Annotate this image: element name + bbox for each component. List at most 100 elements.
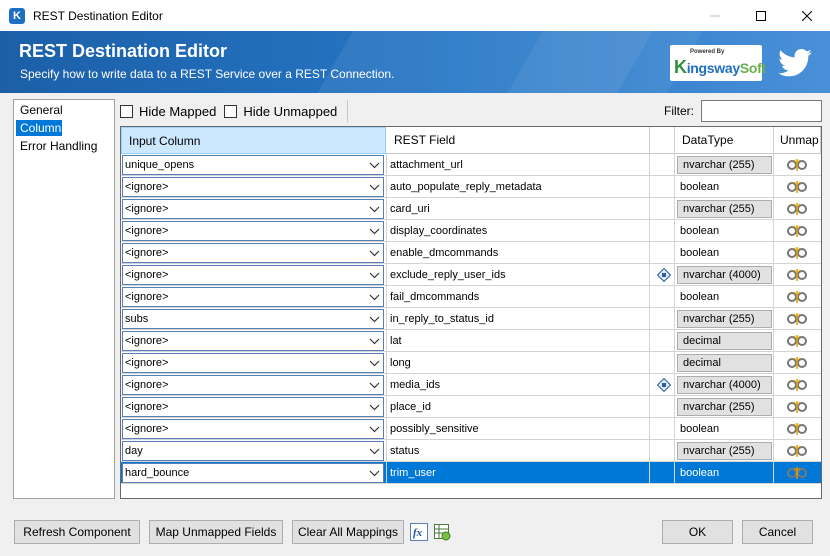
unmap-link-icon[interactable] — [786, 290, 808, 304]
hide-mapped-checkbox[interactable]: Hide Mapped — [120, 104, 216, 119]
fx-icon[interactable]: fx — [410, 523, 428, 541]
map-unmapped-fields-button[interactable]: Map Unmapped Fields — [149, 520, 283, 544]
maximize-button[interactable] — [738, 0, 784, 31]
unmap-link-icon[interactable] — [786, 158, 808, 172]
datatype-cell: boolean — [675, 176, 774, 198]
input-column-dropdown[interactable]: hard_bounce — [122, 463, 384, 483]
minimize-button[interactable] — [692, 0, 738, 31]
chevron-down-icon[interactable] — [369, 332, 380, 350]
table-row[interactable]: <ignore> media_ids nvarchar (4000) — [121, 374, 821, 396]
table-row[interactable]: day status nvarchar (255) — [121, 440, 821, 462]
input-column-dropdown[interactable]: subs — [122, 309, 384, 329]
datatype-button[interactable]: decimal — [677, 332, 772, 350]
chevron-down-icon[interactable] — [369, 354, 380, 372]
unmap-link-icon[interactable] — [786, 246, 808, 260]
chevron-down-icon[interactable] — [369, 464, 380, 482]
chevron-down-icon[interactable] — [369, 222, 380, 240]
chevron-down-icon[interactable] — [369, 178, 380, 196]
table-row[interactable]: <ignore> long decimal — [121, 352, 821, 374]
chevron-down-icon[interactable] — [369, 442, 380, 460]
datatype-cell: nvarchar (255) — [675, 396, 774, 418]
checkbox-box[interactable] — [224, 104, 238, 118]
header-rest-field[interactable]: REST Field — [387, 127, 650, 154]
input-column-dropdown[interactable]: <ignore> — [122, 397, 384, 417]
chevron-down-icon[interactable] — [369, 200, 380, 218]
input-column-dropdown[interactable]: <ignore> — [122, 199, 384, 219]
input-column-dropdown[interactable]: <ignore> — [122, 287, 384, 307]
chevron-down-icon[interactable] — [369, 310, 380, 328]
unmap-link-icon[interactable] — [786, 444, 808, 458]
datatype-button[interactable]: nvarchar (255) — [677, 200, 772, 218]
table-row[interactable]: <ignore> exclude_reply_user_ids nvarchar (… — [121, 264, 821, 286]
chevron-down-icon[interactable] — [369, 156, 380, 174]
input-column-dropdown[interactable]: <ignore> — [122, 221, 384, 241]
chevron-down-icon[interactable] — [369, 398, 380, 416]
refresh-component-button[interactable]: Refresh Component — [14, 520, 140, 544]
input-column-cell: <ignore> — [121, 264, 387, 286]
datatype-button[interactable]: nvarchar (4000) — [677, 376, 772, 394]
input-column-dropdown[interactable]: <ignore> — [122, 331, 384, 351]
header-input-column[interactable]: Input Column — [121, 127, 386, 154]
input-column-dropdown[interactable]: <ignore> — [122, 419, 384, 439]
chevron-down-icon[interactable] — [369, 266, 380, 284]
checkbox-box[interactable] — [120, 104, 133, 118]
datatype-button[interactable]: nvarchar (255) — [677, 310, 772, 328]
input-column-value: <ignore> — [125, 269, 169, 281]
input-column-dropdown[interactable]: <ignore> — [122, 265, 384, 285]
table-row[interactable]: <ignore> card_uri nvarchar (255) — [121, 198, 821, 220]
unmap-link-icon[interactable] — [786, 312, 808, 326]
table-row[interactable]: <ignore> possibly_sensitive boolean — [121, 418, 821, 440]
datatype-button[interactable]: nvarchar (255) — [677, 156, 772, 174]
input-column-dropdown[interactable]: day — [122, 441, 384, 461]
header-datatype[interactable]: DataType — [675, 127, 774, 154]
unmap-link-icon[interactable] — [786, 356, 808, 370]
input-column-dropdown[interactable]: <ignore> — [122, 353, 384, 373]
input-column-dropdown[interactable]: unique_opens — [122, 155, 384, 175]
datatype-cell: boolean — [675, 418, 774, 440]
unmap-link-icon[interactable] — [786, 224, 808, 238]
datatype-button[interactable]: decimal — [677, 354, 772, 372]
unmap-link-icon[interactable] — [786, 422, 808, 436]
input-column-dropdown[interactable]: <ignore> — [122, 177, 384, 197]
hide-unmapped-checkbox[interactable]: Hide Unmapped — [224, 104, 337, 119]
close-button[interactable] — [784, 0, 830, 31]
clear-all-mappings-button[interactable]: Clear All Mappings — [292, 520, 404, 544]
unmap-link-icon[interactable] — [786, 180, 808, 194]
table-row[interactable]: <ignore> place_id nvarchar (255) — [121, 396, 821, 418]
table-row[interactable]: <ignore> lat decimal — [121, 330, 821, 352]
unmap-link-icon[interactable] — [786, 334, 808, 348]
input-column-cell: <ignore> — [121, 330, 387, 352]
table-row[interactable]: hard_bounce trim_user boolean — [121, 462, 821, 484]
chevron-down-icon[interactable] — [369, 244, 380, 262]
table-row[interactable]: <ignore> enable_dmcommands boolean — [121, 242, 821, 264]
unmap-link-icon[interactable] — [786, 400, 808, 414]
input-column-value: <ignore> — [125, 291, 169, 303]
chevron-down-icon[interactable] — [369, 288, 380, 306]
cancel-button[interactable]: Cancel — [742, 520, 813, 544]
header-unmap[interactable]: Unmap — [774, 127, 821, 154]
chevron-down-icon[interactable] — [369, 376, 380, 394]
table-row[interactable]: <ignore> auto_populate_reply_metadata bool… — [121, 176, 821, 198]
ok-button[interactable]: OK — [662, 520, 733, 544]
chevron-down-icon[interactable] — [369, 420, 380, 438]
indicator-cell — [650, 396, 675, 418]
input-column-dropdown[interactable]: <ignore> — [122, 375, 384, 395]
unmap-link-icon[interactable] — [786, 268, 808, 282]
grid-settings-icon[interactable] — [433, 523, 451, 541]
datatype-button[interactable]: nvarchar (4000) — [677, 266, 772, 284]
unmap-link-icon[interactable] — [786, 466, 808, 480]
table-row[interactable]: subs in_reply_to_status_id nvarchar (255) — [121, 308, 821, 330]
input-column-dropdown[interactable]: <ignore> — [122, 243, 384, 263]
unmap-link-icon[interactable] — [786, 202, 808, 216]
table-row[interactable]: <ignore> fail_dmcommands boolean — [121, 286, 821, 308]
table-row[interactable]: <ignore> display_coordinates boolean — [121, 220, 821, 242]
datatype-button[interactable]: nvarchar (255) — [677, 398, 772, 416]
nav-item-error-handling[interactable]: Error Handling — [16, 138, 112, 154]
banner-subtitle: Specify how to write data to a REST Serv… — [20, 67, 395, 81]
datatype-button[interactable]: nvarchar (255) — [677, 442, 772, 460]
nav-item-general[interactable]: General — [16, 102, 63, 118]
table-row[interactable]: unique_opens attachment_url nvarchar (255) — [121, 154, 821, 176]
nav-item-columns[interactable]: Columns — [16, 120, 67, 136]
filter-input[interactable] — [701, 100, 822, 122]
unmap-link-icon[interactable] — [786, 378, 808, 392]
